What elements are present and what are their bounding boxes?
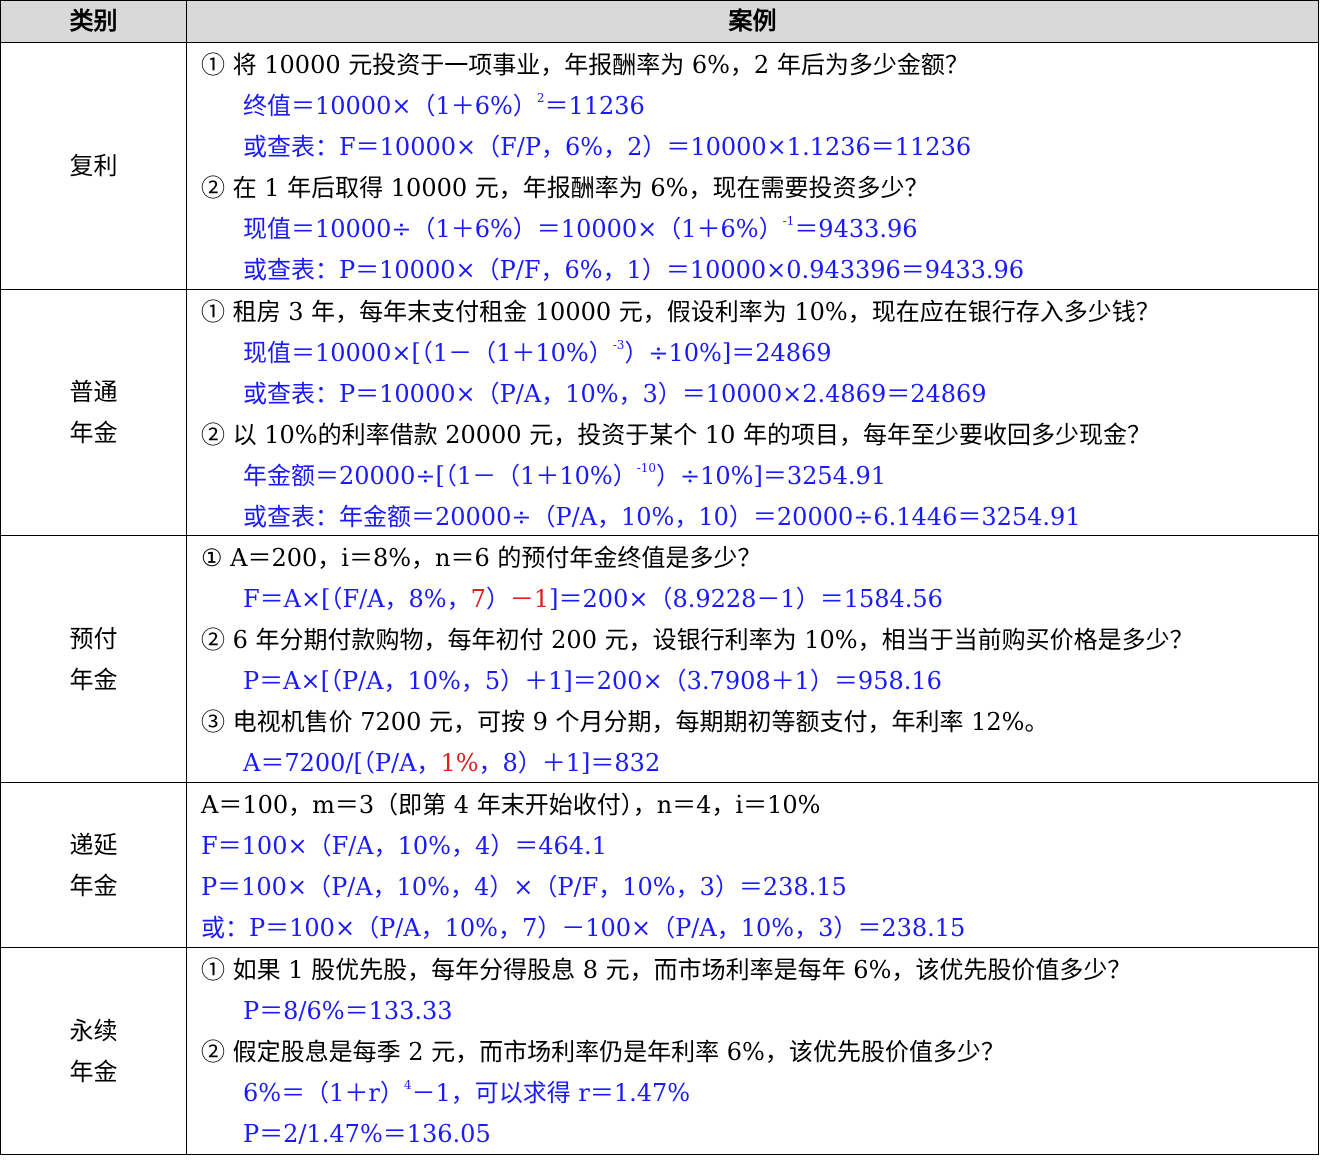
category-cell: 复利 [1, 43, 186, 290]
exponent: -1 [782, 214, 795, 228]
case-line: ③ 电视机售价 7200 元，可按 9 个月分期，每期期初等额支付，年利率 12… [201, 702, 1048, 743]
case-line: ① A＝200，i＝8%，n＝6 的预付年金终值是多少？ [201, 538, 761, 579]
category-label: 复利 [70, 146, 118, 187]
row-separator [1, 289, 1318, 290]
formula-text: F＝A×[（F/A，8%， [243, 585, 471, 613]
formula-text: 终值＝10000×（1＋6%） [243, 92, 537, 120]
category-text: 预付 [69, 624, 118, 653]
case-line: F＝100×（F/A，10%，4）＝464.1 [201, 826, 607, 867]
case-line: 终值＝10000×（1＋6%）2＝11236 [243, 86, 645, 127]
case-line: A＝7200/[（P/A，1%，8）＋1]＝832 [243, 743, 660, 784]
formula-text: 或：P＝100×（P/A，10%，7）－100×（P/A，10%，3）＝238.… [201, 914, 966, 942]
formula-text: 或查表：年金额＝20000÷（P/A，10%，10）＝20000÷6.1446＝… [243, 503, 1081, 531]
category-cell: 递延 年金 [1, 783, 186, 948]
question-text: ② 假定股息是每季 2 元，而市场利率仍是年利率 6%，该优先股价值多少？ [201, 1038, 1005, 1066]
formula-text: ，8）＋1]＝832 [478, 749, 661, 777]
formula-text: P＝8/6%＝133.33 [243, 997, 453, 1025]
highlight-text: 1% [440, 749, 479, 777]
case-line: P＝8/6%＝133.33 [243, 991, 453, 1032]
category-label: 预付 年金 [70, 619, 118, 701]
category-text: 复利 [69, 152, 118, 180]
row-separator [1, 535, 1318, 536]
question-text: ① A＝200，i＝8%，n＝6 的预付年金终值是多少？ [201, 544, 762, 572]
case-line: ② 以 10%的利率借款 20000 元，投资于某个 10 年的项目，每年至少要… [201, 415, 1151, 456]
question-text: ① 租房 3 年，每年末支付租金 10000 元，假设利率为 10%，现在应在银… [201, 298, 1160, 326]
case-line: 或查表：年金额＝20000÷（P/A，10%，10）＝20000÷6.1446＝… [243, 497, 1081, 538]
header-category: 类别 [69, 7, 118, 35]
formula-text: 现值＝10000÷（1＋6%）＝10000×（1＋6%） [243, 215, 783, 243]
column-divider [186, 1, 187, 1154]
category-label: 递延 年金 [70, 825, 118, 907]
category-cell: 永续 年金 [1, 948, 186, 1156]
category-label: 普通 年金 [70, 372, 118, 454]
case-line: ① 如果 1 股优先股，每年分得股息 8 元，而市场利率是每年 6%，该优先股价… [201, 950, 1131, 991]
header-case: 案例 [728, 7, 777, 35]
case-line: 或查表：F＝10000×（F/P，6%，2）＝10000×1.1236＝1123… [243, 127, 971, 168]
case-line: 现值＝10000×[（1－（1＋10%）-3）÷10%]＝24869 [243, 333, 832, 374]
question-text: A＝100，m＝3（即第 4 年末开始收付），n＝4，i＝10% [201, 791, 821, 819]
formula-text: P＝A×[（P/A，10%，5）＋1]＝200×（3.7908＋1）＝958.1… [243, 667, 942, 695]
category-text: 年金 [69, 665, 118, 694]
highlight-text: 7 [470, 585, 486, 613]
formula-text: ）÷10%]＝24869 [624, 339, 832, 367]
formula-text: 或查表：P＝10000×（P/A，10%，3）＝10000×2.4869＝248… [243, 380, 987, 408]
case-line: ② 6 年分期付款购物，每年初付 200 元，设银行利率为 10%，相当于当前购… [201, 620, 1194, 661]
case-line: 年金额＝20000÷[（1－（1＋10%）-10）÷10%]＝3254.91 [243, 456, 886, 497]
formula-text: 或查表：P＝10000×（P/F，6%，1）＝10000×0.943396＝94… [243, 256, 1025, 284]
case-line: P＝100×（P/A，10%，4）×（P/F，10%，3）＝238.15 [201, 867, 847, 908]
formula-text: ） [485, 585, 510, 613]
case-line: P＝2/1.47%＝136.05 [243, 1114, 491, 1155]
formula-text: 现值＝10000×[（1－（1＋10%） [243, 339, 613, 367]
question-text: ② 6 年分期付款购物，每年初付 200 元，设银行利率为 10%，相当于当前购… [201, 626, 1194, 654]
case-line: ① 租房 3 年，每年末支付租金 10000 元，假设利率为 10%，现在应在银… [201, 292, 1160, 333]
question-text: ② 以 10%的利率借款 20000 元，投资于某个 10 年的项目，每年至少要… [201, 421, 1152, 449]
question-text: ① 如果 1 股优先股，每年分得股息 8 元，而市场利率是每年 6%，该优先股价… [201, 956, 1132, 984]
case-line: ① 将 10000 元投资于一项事业，年报酬率为 6%，2 年后为多少金额？ [201, 45, 969, 86]
category-text: 普通 [69, 378, 118, 406]
case-line: 或查表：P＝10000×（P/F，6%，1）＝10000×0.943396＝94… [243, 250, 1024, 291]
formula-text: －1，可以求得 r＝1.47% [411, 1079, 691, 1107]
case-line: ② 假定股息是每季 2 元，而市场利率仍是年利率 6%，该优先股价值多少？ [201, 1032, 1005, 1073]
category-text: 递延 [69, 830, 118, 859]
formula-text: 年金额＝20000÷[（1－（1＋10%） [243, 462, 637, 490]
case-line: ② 在 1 年后取得 10000 元，年报酬率为 6%，现在需要投资多少？ [201, 168, 928, 209]
row-separator [1, 947, 1318, 948]
table-header: 类别 案例 [1, 1, 1318, 43]
question-text: ① 将 10000 元投资于一项事业，年报酬率为 6%，2 年后为多少金额？ [201, 51, 969, 79]
formula-text: P＝2/1.47%＝136.05 [243, 1120, 491, 1148]
question-text: ② 在 1 年后取得 10000 元，年报酬率为 6%，现在需要投资多少？ [201, 174, 929, 202]
formula-text: 或查表：F＝10000×（F/P，6%，2）＝10000×1.1236＝1123… [243, 133, 972, 161]
formula-text: ＝9433.96 [794, 215, 918, 243]
formula-text: A＝7200/[（P/A， [243, 749, 441, 777]
category-cell: 预付 年金 [1, 536, 186, 783]
case-line: A＝100，m＝3（即第 4 年末开始收付），n＝4，i＝10% [201, 785, 820, 826]
case-line: 或：P＝100×（P/A，10%，7）－100×（P/A，10%，3）＝238.… [201, 908, 965, 949]
case-table: 类别 案例 ① 将 10000 元投资于一项事业，年报酬率为 6%，2 年后为多… [0, 0, 1319, 1155]
category-text: 年金 [69, 1058, 118, 1086]
formula-text: P＝100×（P/A，10%，4）×（P/F，10%，3）＝238.15 [201, 873, 847, 901]
category-label: 永续 年金 [70, 1011, 118, 1093]
row-separator [1, 782, 1318, 783]
formula-text: ＝11236 [544, 92, 645, 120]
case-line: 或查表：P＝10000×（P/A，10%，3）＝10000×2.4869＝248… [243, 374, 987, 415]
case-line: 6%＝（1＋r）4－1，可以求得 r＝1.47% [243, 1073, 690, 1114]
formula-text: ]＝200×（8.9228－1）＝1584.56 [549, 585, 943, 613]
case-line: P＝A×[（P/A，10%，5）＋1]＝200×（3.7908＋1）＝958.1… [243, 661, 942, 702]
category-text: 年金 [69, 871, 118, 900]
category-text: 永续 [69, 1017, 118, 1045]
exponent: -10 [636, 461, 657, 475]
category-text: 年金 [69, 419, 118, 447]
formula-text: ）÷10%]＝3254.91 [656, 462, 887, 490]
exponent: -3 [612, 338, 625, 352]
category-cell: 普通 年金 [1, 290, 186, 536]
case-line: F＝A×[（F/A，8%，7）－1]＝200×（8.9228－1）＝1584.5… [243, 579, 943, 620]
question-text: ③ 电视机售价 7200 元，可按 9 个月分期，每期期初等额支付，年利率 12… [201, 708, 1049, 736]
formula-text: 6%＝（1＋r） [243, 1079, 404, 1107]
formula-text: F＝100×（F/A，10%，4）＝464.1 [201, 832, 607, 860]
highlight-text: －1 [509, 585, 550, 613]
case-line: 现值＝10000÷（1＋6%）＝10000×（1＋6%）-1＝9433.96 [243, 209, 918, 250]
